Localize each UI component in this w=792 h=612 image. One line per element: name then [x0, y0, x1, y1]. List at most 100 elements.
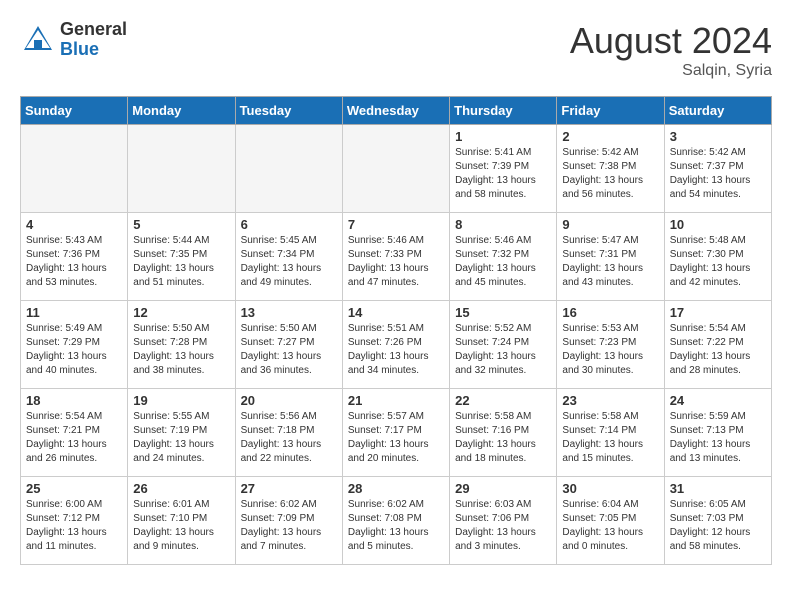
calendar-cell: 9 Sunrise: 5:47 AM Sunset: 7:31 PM Daylig… [557, 213, 664, 301]
month-year: August 2024 [570, 20, 772, 62]
day-number: 1 [455, 129, 551, 144]
calendar-cell: 13Sunrise: 5:50 AM Sunset: 7:27 PM Dayli… [235, 301, 342, 389]
calendar-table: Sunday Monday Tuesday Wednesday Thursday… [20, 96, 772, 565]
calendar-cell: 23Sunrise: 5:58 AM Sunset: 7:14 PM Dayli… [557, 389, 664, 477]
day-number: 28 [348, 481, 444, 496]
page-header: General Blue August 2024 Salqin, Syria [20, 20, 772, 80]
col-tuesday: Tuesday [235, 97, 342, 125]
calendar-cell: 4 Sunrise: 5:43 AM Sunset: 7:36 PM Daylig… [21, 213, 128, 301]
day-info: Sunrise: 6:02 AM Sunset: 7:09 PM Dayligh… [241, 498, 337, 554]
calendar-week-2: 4 Sunrise: 5:43 AM Sunset: 7:36 PM Daylig… [21, 213, 772, 301]
day-info: Sunrise: 6:05 AM Sunset: 7:03 PM Dayligh… [670, 498, 766, 554]
day-info: Sunrise: 5:59 AM Sunset: 7:13 PM Dayligh… [670, 410, 766, 466]
title-block: August 2024 Salqin, Syria [570, 20, 772, 80]
day-number: 30 [562, 481, 658, 496]
day-number: 8 [455, 217, 551, 232]
day-info: Sunrise: 6:04 AM Sunset: 7:05 PM Dayligh… [562, 498, 658, 554]
calendar-week-5: 25 Sunrise: 6:00 AM Sunset: 7:12 PM Dayli… [21, 477, 772, 565]
logo-icon [20, 22, 56, 58]
calendar-cell: 18 Sunrise: 5:54 AM Sunset: 7:21 PM Dayli… [21, 389, 128, 477]
calendar-cell: 1 Sunrise: 5:41 AM Sunset: 7:39 PM Daylig… [450, 125, 557, 213]
day-number: 4 [26, 217, 122, 232]
day-number: 24 [670, 393, 766, 408]
day-number: 9 [562, 217, 658, 232]
day-info: Sunrise: 6:00 AM Sunset: 7:12 PM Dayligh… [26, 498, 122, 554]
calendar-cell: 30 Sunrise: 6:04 AM Sunset: 7:05 PM Dayli… [557, 477, 664, 565]
calendar-cell: 11Sunrise: 5:49 AM Sunset: 7:29 PM Dayli… [21, 301, 128, 389]
header-row: Sunday Monday Tuesday Wednesday Thursday… [21, 97, 772, 125]
calendar-cell: 15Sunrise: 5:52 AM Sunset: 7:24 PM Dayli… [450, 301, 557, 389]
calendar-cell: 28 Sunrise: 6:02 AM Sunset: 7:08 PM Dayli… [342, 477, 449, 565]
day-number: 20 [241, 393, 337, 408]
day-info: Sunrise: 5:54 AM Sunset: 7:21 PM Dayligh… [26, 410, 122, 466]
calendar-week-4: 18 Sunrise: 5:54 AM Sunset: 7:21 PM Dayli… [21, 389, 772, 477]
day-info: Sunrise: 5:49 AM Sunset: 7:29 PM Dayligh… [26, 322, 122, 378]
day-info: Sunrise: 5:47 AM Sunset: 7:31 PM Dayligh… [562, 234, 658, 290]
calendar-cell: 25 Sunrise: 6:00 AM Sunset: 7:12 PM Dayli… [21, 477, 128, 565]
day-info: Sunrise: 6:01 AM Sunset: 7:10 PM Dayligh… [133, 498, 229, 554]
day-info: Sunrise: 5:43 AM Sunset: 7:36 PM Dayligh… [26, 234, 122, 290]
logo-blue: Blue [60, 40, 127, 60]
day-number: 5 [133, 217, 229, 232]
day-number: 10 [670, 217, 766, 232]
col-monday: Monday [128, 97, 235, 125]
day-info: Sunrise: 5:48 AM Sunset: 7:30 PM Dayligh… [670, 234, 766, 290]
calendar-cell [21, 125, 128, 213]
day-info: Sunrise: 5:58 AM Sunset: 7:16 PM Dayligh… [455, 410, 551, 466]
day-info: Sunrise: 5:56 AM Sunset: 7:18 PM Dayligh… [241, 410, 337, 466]
calendar-cell: 2Sunrise: 5:42 AM Sunset: 7:38 PM Daylig… [557, 125, 664, 213]
day-info: Sunrise: 5:44 AM Sunset: 7:35 PM Dayligh… [133, 234, 229, 290]
calendar-cell: 3 Sunrise: 5:42 AM Sunset: 7:37 PM Daylig… [664, 125, 771, 213]
day-info: Sunrise: 5:46 AM Sunset: 7:32 PM Dayligh… [455, 234, 551, 290]
calendar-cell: 21 Sunrise: 5:57 AM Sunset: 7:17 PM Dayli… [342, 389, 449, 477]
calendar-cell: 6Sunrise: 5:45 AM Sunset: 7:34 PM Daylig… [235, 213, 342, 301]
day-number: 25 [26, 481, 122, 496]
day-number: 18 [26, 393, 122, 408]
col-friday: Friday [557, 97, 664, 125]
day-number: 14 [348, 305, 444, 320]
location: Salqin, Syria [570, 62, 772, 80]
calendar-cell [235, 125, 342, 213]
day-number: 26 [133, 481, 229, 496]
calendar-cell: 27 Sunrise: 6:02 AM Sunset: 7:09 PM Dayli… [235, 477, 342, 565]
calendar-cell: 22 Sunrise: 5:58 AM Sunset: 7:16 PM Dayli… [450, 389, 557, 477]
calendar-cell: 31Sunrise: 6:05 AM Sunset: 7:03 PM Dayli… [664, 477, 771, 565]
calendar-cell: 12Sunrise: 5:50 AM Sunset: 7:28 PM Dayli… [128, 301, 235, 389]
calendar-cell [342, 125, 449, 213]
calendar-cell: 7Sunrise: 5:46 AM Sunset: 7:33 PM Daylig… [342, 213, 449, 301]
day-number: 23 [562, 393, 658, 408]
day-info: Sunrise: 5:41 AM Sunset: 7:39 PM Dayligh… [455, 146, 551, 202]
day-info: Sunrise: 5:42 AM Sunset: 7:37 PM Dayligh… [670, 146, 766, 202]
day-info: Sunrise: 5:51 AM Sunset: 7:26 PM Dayligh… [348, 322, 444, 378]
day-info: Sunrise: 5:50 AM Sunset: 7:27 PM Dayligh… [241, 322, 337, 378]
calendar-cell: 16Sunrise: 5:53 AM Sunset: 7:23 PM Dayli… [557, 301, 664, 389]
day-info: Sunrise: 5:57 AM Sunset: 7:17 PM Dayligh… [348, 410, 444, 466]
day-info: Sunrise: 5:55 AM Sunset: 7:19 PM Dayligh… [133, 410, 229, 466]
day-info: Sunrise: 5:42 AM Sunset: 7:38 PM Dayligh… [562, 146, 658, 202]
day-info: Sunrise: 5:54 AM Sunset: 7:22 PM Dayligh… [670, 322, 766, 378]
day-number: 21 [348, 393, 444, 408]
day-info: Sunrise: 5:46 AM Sunset: 7:33 PM Dayligh… [348, 234, 444, 290]
day-number: 29 [455, 481, 551, 496]
calendar-cell: 8 Sunrise: 5:46 AM Sunset: 7:32 PM Daylig… [450, 213, 557, 301]
day-info: Sunrise: 6:03 AM Sunset: 7:06 PM Dayligh… [455, 498, 551, 554]
calendar-cell: 5 Sunrise: 5:44 AM Sunset: 7:35 PM Daylig… [128, 213, 235, 301]
calendar-cell [128, 125, 235, 213]
logo-text: General Blue [60, 20, 127, 60]
calendar-cell: 29 Sunrise: 6:03 AM Sunset: 7:06 PM Dayli… [450, 477, 557, 565]
day-number: 3 [670, 129, 766, 144]
day-number: 17 [670, 305, 766, 320]
day-number: 19 [133, 393, 229, 408]
day-info: Sunrise: 6:02 AM Sunset: 7:08 PM Dayligh… [348, 498, 444, 554]
col-thursday: Thursday [450, 97, 557, 125]
day-number: 27 [241, 481, 337, 496]
day-number: 22 [455, 393, 551, 408]
col-sunday: Sunday [21, 97, 128, 125]
calendar-cell: 26 Sunrise: 6:01 AM Sunset: 7:10 PM Dayli… [128, 477, 235, 565]
day-number: 15 [455, 305, 551, 320]
col-wednesday: Wednesday [342, 97, 449, 125]
day-number: 6 [241, 217, 337, 232]
calendar-cell: 14 Sunrise: 5:51 AM Sunset: 7:26 PM Dayli… [342, 301, 449, 389]
calendar-cell: 10 Sunrise: 5:48 AM Sunset: 7:30 PM Dayli… [664, 213, 771, 301]
day-number: 16 [562, 305, 658, 320]
